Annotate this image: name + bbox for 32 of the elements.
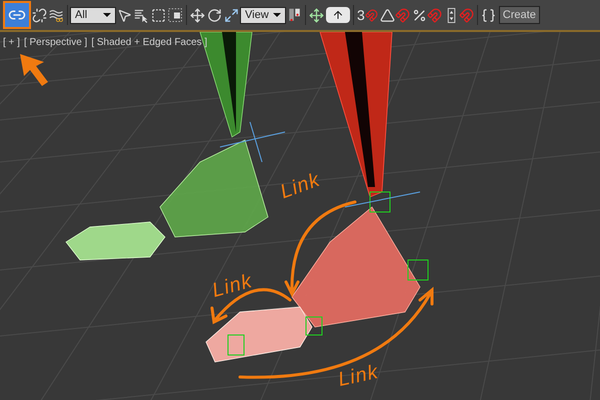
move-icon [190, 8, 205, 22]
reference-coordinate-dropdown[interactable]: View [240, 6, 286, 24]
selection-filter-dropdown[interactable]: All [70, 6, 116, 24]
cursor-icon [117, 8, 132, 22]
waves-icon [49, 8, 64, 22]
percent-icon [412, 8, 427, 22]
pivot-icon [287, 8, 302, 22]
link-button[interactable] [3, 1, 31, 29]
arrow-key-icon [326, 7, 350, 23]
magnet-icon [458, 8, 474, 22]
viewport-menu-label[interactable]: [ + ] [3, 35, 20, 50]
move-icon [309, 8, 324, 22]
link-annotation: Link [209, 269, 256, 304]
link-annotation: Link [336, 360, 382, 393]
caret-icon [103, 13, 111, 17]
dashed-square-icon [151, 8, 166, 22]
pointer-arrow-drawing [20, 54, 48, 86]
scale-icon [224, 8, 239, 22]
rotate-icon [207, 8, 222, 22]
dashed-cube-icon [168, 8, 183, 22]
snap-toggle-button[interactable]: 3 [356, 1, 379, 29]
magnet-icon [426, 8, 442, 22]
angle-icon [380, 8, 395, 22]
caret-icon [273, 13, 281, 17]
magnet-icon [364, 8, 378, 22]
create-button[interactable]: Create [498, 6, 540, 24]
link-annotation: Link [276, 168, 324, 206]
magnet-icon [394, 8, 410, 22]
shading-label[interactable]: [ Shaded + Edged Faces ] [91, 35, 208, 50]
unlink-icon [32, 8, 47, 22]
list-cursor-icon [134, 8, 149, 22]
view-label[interactable]: [ Perspective ] [24, 35, 88, 50]
